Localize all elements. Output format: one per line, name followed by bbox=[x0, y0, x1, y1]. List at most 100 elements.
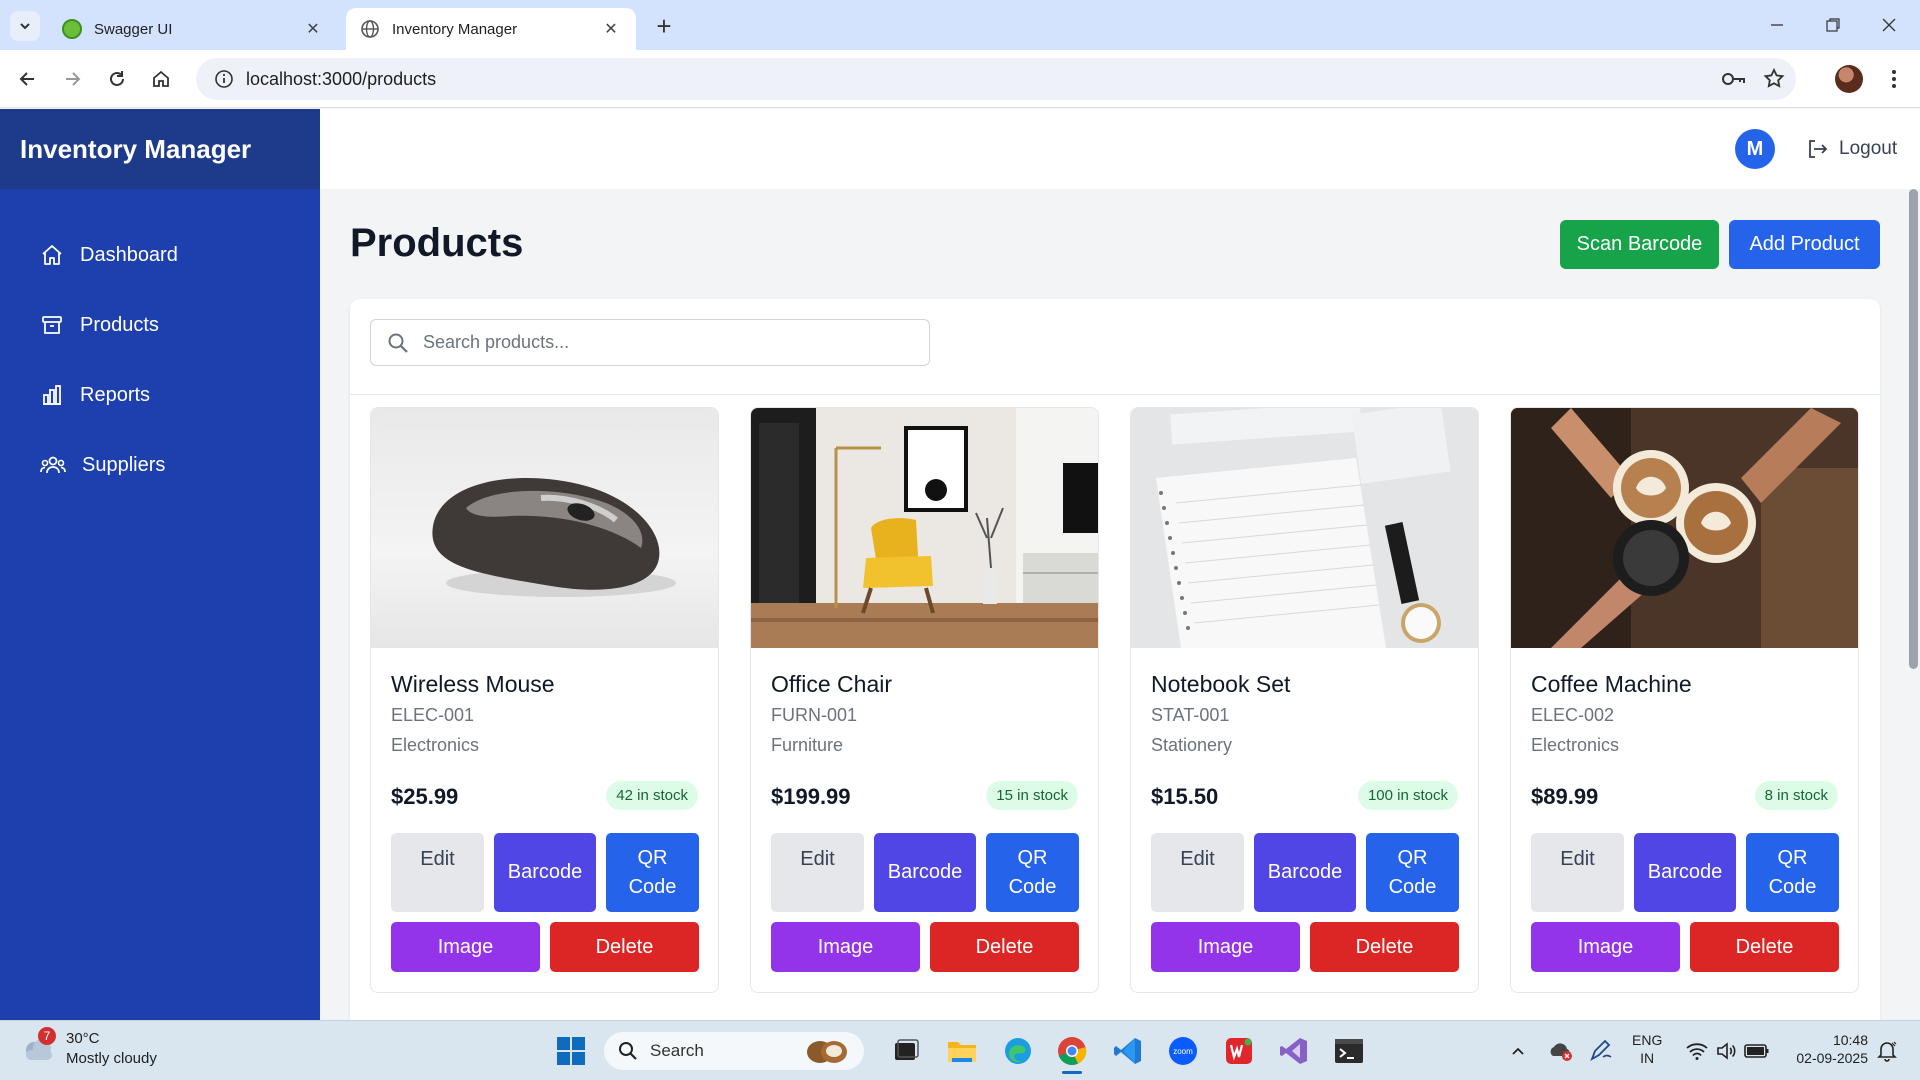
page-scrollbar[interactable] bbox=[1909, 189, 1918, 669]
forward-button[interactable] bbox=[56, 63, 88, 95]
vscode-icon[interactable] bbox=[1110, 1033, 1146, 1069]
product-card: Wireless Mouse ELEC-001 Electronics $25.… bbox=[370, 407, 719, 993]
back-button[interactable] bbox=[12, 63, 44, 95]
arrow-left-icon bbox=[19, 72, 34, 86]
scan-barcode-button[interactable]: Scan Barcode bbox=[1560, 220, 1719, 269]
qr-code-button[interactable]: QR Code bbox=[986, 833, 1079, 912]
sidebar: Inventory Manager Dashboard Products Rep… bbox=[0, 109, 320, 1020]
site-info-icon[interactable] bbox=[204, 69, 244, 89]
product-image bbox=[751, 408, 1098, 648]
barcode-button[interactable]: Barcode bbox=[1254, 833, 1356, 912]
barcode-button[interactable]: Barcode bbox=[1634, 833, 1736, 912]
image-button[interactable]: Image bbox=[771, 922, 920, 972]
file-explorer-icon[interactable] bbox=[944, 1033, 980, 1069]
language-indicator[interactable]: ENG IN bbox=[1632, 1031, 1662, 1067]
windows-start-icon[interactable] bbox=[553, 1033, 589, 1069]
url-text[interactable]: localhost:3000/products bbox=[246, 69, 436, 90]
close-window-button[interactable] bbox=[1864, 10, 1914, 40]
onedrive-error-icon[interactable] bbox=[1546, 1033, 1576, 1069]
close-tab-icon[interactable]: ✕ bbox=[600, 18, 622, 40]
reload-button[interactable] bbox=[101, 63, 133, 95]
visual-studio-icon[interactable] bbox=[1276, 1033, 1312, 1069]
barcode-button[interactable]: Barcode bbox=[494, 833, 596, 912]
edit-button[interactable]: Edit bbox=[391, 833, 484, 912]
add-product-button[interactable]: Add Product bbox=[1729, 220, 1880, 269]
edit-button[interactable]: Edit bbox=[1531, 833, 1624, 912]
clock[interactable]: 10:48 02-09-2025 bbox=[1790, 1031, 1868, 1067]
delete-button[interactable]: Delete bbox=[550, 922, 699, 972]
delete-button[interactable]: Delete bbox=[930, 922, 1079, 972]
sidebar-item-suppliers[interactable]: Suppliers bbox=[40, 453, 165, 477]
sidebar-item-label: Suppliers bbox=[82, 453, 166, 476]
password-key-icon[interactable] bbox=[1720, 64, 1746, 99]
qr-code-button[interactable]: QR Code bbox=[606, 833, 699, 912]
image-button[interactable]: Image bbox=[1151, 922, 1300, 972]
delete-button[interactable]: Delete bbox=[1690, 922, 1839, 972]
app-root: Inventory Manager Dashboard Products Rep… bbox=[0, 109, 1920, 1039]
sidebar-item-dashboard[interactable]: Dashboard bbox=[40, 243, 178, 267]
edit-button[interactable]: Edit bbox=[771, 833, 864, 912]
pen-input-icon[interactable] bbox=[1586, 1033, 1616, 1069]
chevron-up-icon[interactable] bbox=[1505, 1033, 1531, 1069]
wps-office-icon[interactable] bbox=[1221, 1033, 1257, 1069]
edit-button[interactable]: Edit bbox=[1151, 833, 1244, 912]
chevron-down-icon bbox=[20, 23, 30, 30]
globe-icon bbox=[360, 19, 380, 39]
weather-temp: 30°C bbox=[66, 1030, 100, 1047]
home-icon bbox=[153, 70, 169, 87]
chrome-icon[interactable] bbox=[1054, 1033, 1090, 1074]
product-card: Coffee Machine ELEC-002 Electronics $89.… bbox=[1510, 407, 1859, 993]
qr-code-button[interactable]: QR Code bbox=[1366, 833, 1459, 912]
product-name: Office Chair bbox=[771, 671, 893, 697]
home-button[interactable] bbox=[145, 63, 177, 95]
product-card: Notebook Set STAT-001 Stationery $15.50 … bbox=[1130, 407, 1479, 993]
zoom-icon[interactable]: zoom bbox=[1165, 1033, 1201, 1069]
close-tab-icon[interactable]: ✕ bbox=[302, 18, 324, 40]
search-icon bbox=[388, 333, 408, 353]
sidebar-item-reports[interactable]: Reports bbox=[40, 383, 150, 407]
sidebar-item-products[interactable]: Products bbox=[40, 313, 159, 337]
swagger-favicon-icon bbox=[62, 19, 82, 39]
qr-code-button[interactable]: QR Code bbox=[1746, 833, 1839, 912]
notification-bell-icon[interactable] bbox=[1872, 1033, 1902, 1069]
product-sku: FURN-001 bbox=[771, 705, 858, 725]
tab-inventory-manager[interactable]: Inventory Manager ✕ bbox=[346, 8, 636, 50]
task-view-icon[interactable] bbox=[888, 1033, 924, 1069]
edge-browser-icon[interactable] bbox=[1000, 1033, 1036, 1069]
restore-button[interactable] bbox=[1808, 10, 1858, 40]
restore-icon bbox=[1826, 18, 1840, 32]
language-bottom: IN bbox=[1640, 1050, 1655, 1066]
divider bbox=[350, 394, 1880, 395]
bookmark-star-icon[interactable] bbox=[1762, 64, 1786, 99]
browser-menu-button[interactable] bbox=[1880, 65, 1908, 93]
delete-button[interactable]: Delete bbox=[1310, 922, 1459, 972]
new-tab-button[interactable]: + bbox=[650, 11, 678, 41]
product-sku: ELEC-001 bbox=[391, 705, 475, 725]
image-button[interactable]: Image bbox=[1531, 922, 1680, 972]
wifi-icon[interactable] bbox=[1682, 1033, 1712, 1069]
taskbar-search-label: Search bbox=[650, 1041, 704, 1060]
os-taskbar: 7 30°C Mostly cloudy Search zoom ENG IN … bbox=[0, 1020, 1920, 1080]
weather-widget[interactable]: 7 30°C Mostly cloudy bbox=[20, 1027, 157, 1069]
browser-profile-avatar[interactable] bbox=[1835, 65, 1863, 93]
address-bar[interactable]: localhost:3000/products bbox=[196, 58, 1796, 100]
sidebar-item-label: Reports bbox=[80, 383, 151, 406]
user-avatar[interactable]: M bbox=[1735, 129, 1775, 169]
stock-badge: 15 in stock bbox=[986, 781, 1078, 810]
sidebar-item-label: Products bbox=[80, 313, 159, 336]
volume-icon[interactable] bbox=[1712, 1033, 1742, 1069]
users-icon bbox=[40, 456, 66, 474]
product-price: $89.99 bbox=[1531, 784, 1599, 809]
image-button[interactable]: Image bbox=[391, 922, 540, 972]
arrow-right-icon bbox=[66, 72, 81, 86]
product-sku: ELEC-002 bbox=[1531, 705, 1615, 725]
search-input[interactable]: Search products... bbox=[370, 319, 930, 366]
logout-button[interactable]: Logout bbox=[1805, 137, 1897, 161]
tab-search-button[interactable] bbox=[10, 11, 40, 41]
battery-icon[interactable] bbox=[1742, 1033, 1772, 1069]
minimize-button[interactable] bbox=[1752, 10, 1802, 40]
taskbar-search[interactable]: Search bbox=[604, 1032, 864, 1070]
tab-swagger-ui[interactable]: Swagger UI ✕ bbox=[48, 8, 338, 50]
terminal-icon[interactable] bbox=[1331, 1033, 1367, 1069]
barcode-button[interactable]: Barcode bbox=[874, 833, 976, 912]
